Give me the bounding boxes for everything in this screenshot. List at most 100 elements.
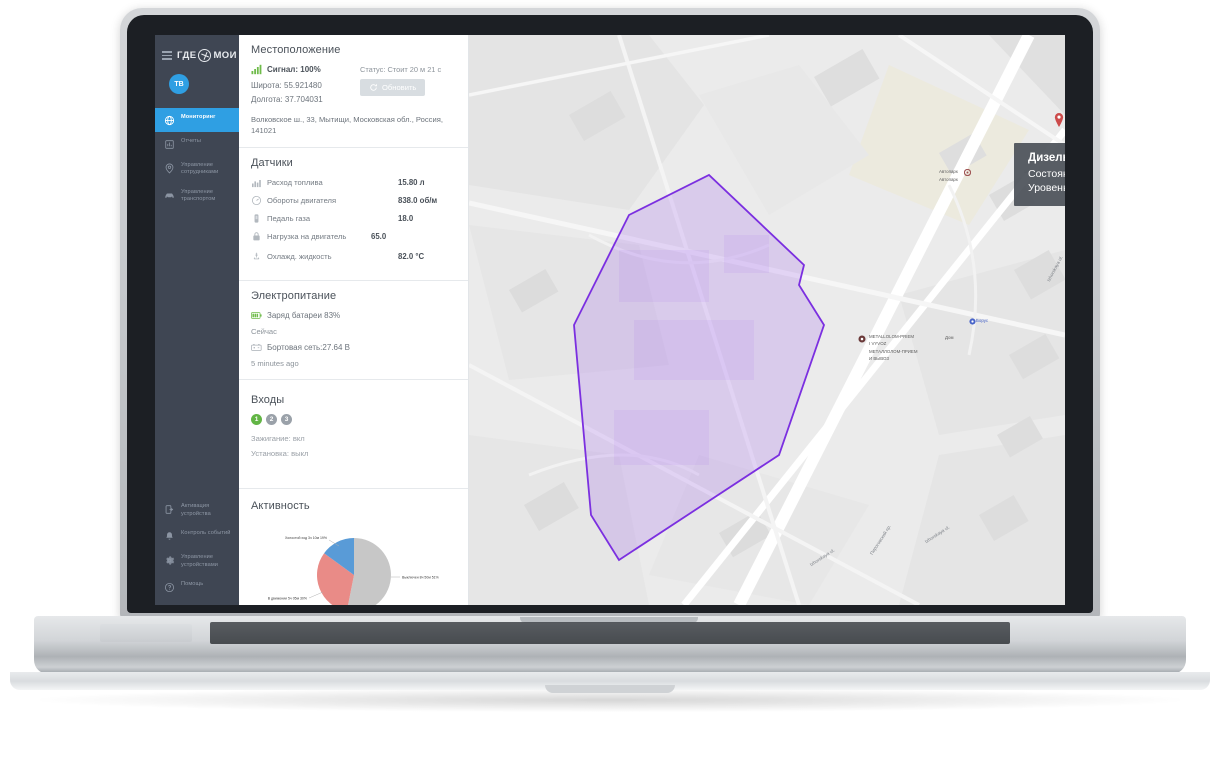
car-icon	[164, 190, 175, 201]
engine-load-icon	[251, 231, 262, 242]
sidebar-item-label: Отчеты	[181, 138, 201, 144]
sidebar-item-transport[interactable]: Управление транспортом	[155, 183, 239, 210]
laptop-keyboard	[210, 622, 1010, 644]
map-label-metallolom-ru-sub: И ВЫВОЗ	[869, 356, 890, 361]
input-dot-2[interactable]: 2	[266, 414, 277, 425]
sidebar-bottom-nav: Активация устройства Контроль событий Уп…	[155, 497, 239, 599]
sidebar-header: ГДЕ МОИ ТВ	[155, 35, 239, 94]
sidebar-item-label: Активация устройства	[181, 503, 211, 517]
signal-row: Сигнал: 100%	[251, 64, 360, 75]
sidebar-item-label: Управление сотрудниками	[181, 162, 219, 176]
laptop-screen: ГДЕ МОИ ТВ Мониторинг Отчеты Управление …	[155, 35, 1065, 605]
sidebar-item-device-activation[interactable]: Активация устройства	[155, 497, 239, 524]
map-label-borus: Борус	[976, 318, 989, 323]
tooltip-state: Состояние: работает	[1028, 168, 1065, 180]
input-dot-3[interactable]: 3	[281, 414, 292, 425]
pin-person-icon	[164, 163, 175, 174]
sidebar-item-device-management[interactable]: Управление устройствами	[155, 548, 239, 575]
section-sensors: Датчики Расход топлива 15.80 л Обороты д…	[239, 148, 468, 281]
status-text: Статус: Стоит 20 м 21 с	[360, 65, 442, 74]
section-title: Активность	[251, 500, 310, 512]
compass-icon	[198, 49, 212, 62]
map-label-metallolom-ru: МЕТАЛЛОЛОМ-ПРИЕМ	[869, 349, 918, 354]
section-inputs: Входы 1 2 3 Зажигание: вкл Установка: вы…	[239, 380, 468, 489]
section-title: Электропитание	[251, 290, 337, 302]
map-label-avtopark-lat: Автопарк	[939, 177, 958, 182]
sensor-value: 65.0	[371, 232, 387, 241]
input-line-ignition: Зажигание: вкл	[251, 434, 305, 443]
map-poi-dot-c[interactable]	[964, 169, 973, 182]
sidebar-item-event-control[interactable]: Контроль событий	[155, 524, 239, 548]
battery-timestamp: Сейчас	[251, 327, 277, 336]
sidebar-item-label: Управление транспортом	[181, 188, 216, 203]
refresh-button[interactable]: Обновить	[360, 79, 426, 96]
sensor-name: Педаль газа	[267, 214, 311, 223]
longitude-value: Долгота: 37.704031	[251, 95, 323, 104]
tooltip-fuel: Уровень топлива: 63,2 л	[1028, 182, 1065, 194]
input-dots: 1 2 3	[251, 414, 456, 425]
sensor-name: Нагрузка на двигатель	[267, 232, 347, 241]
signal-value: Сигнал: 100%	[267, 65, 321, 74]
tachometer-icon	[251, 195, 262, 206]
sidebar-item-reports[interactable]: Отчеты	[155, 132, 239, 156]
section-title: Входы	[251, 394, 285, 406]
asset-tooltip: Дизель-генератор АД-12С Состояние: работ…	[1014, 143, 1065, 206]
map-label-dom: Дом	[945, 335, 954, 340]
report-icon	[164, 139, 175, 150]
section-activity: Активность Холостой ход 3ч 10м 19% Выклю…	[239, 489, 468, 605]
sensor-name: Обороты двигателя	[267, 196, 337, 205]
pedal-icon	[251, 213, 262, 224]
sensor-value: 18.0	[398, 214, 414, 223]
sidebar-item-monitoring[interactable]: Мониторинг	[155, 108, 239, 132]
section-title: Местоположение	[251, 44, 341, 56]
gear-icon	[164, 555, 175, 566]
input-dot-1[interactable]: 1	[251, 414, 262, 425]
pie-label-moving: В движении 5ч 05м 30%	[268, 597, 307, 601]
avatar[interactable]: ТВ	[169, 74, 189, 94]
map-poi-dot-metallolom[interactable]	[858, 335, 867, 348]
sidebar-item-employees[interactable]: Управление сотрудниками	[155, 156, 239, 183]
sidebar-item-label: Контроль событий	[181, 530, 231, 537]
help-icon	[164, 582, 175, 593]
map-label-metallolom-en-sub: I VYVOZ	[869, 341, 887, 346]
sensor-name: Расход топлива	[267, 178, 323, 187]
screenshot-stage: ГДЕ МОИ ТВ Мониторинг Отчеты Управление …	[0, 0, 1220, 760]
coolant-icon	[251, 251, 262, 262]
sidebar-item-label: Помощь	[181, 581, 204, 587]
sensor-row: Нагрузка на двигатель 65.0	[251, 231, 456, 242]
map-label-metallolom-en: METALLOLOM-PRIEM	[869, 334, 915, 339]
signal-bars-icon	[251, 64, 262, 75]
logo[interactable]: ГДЕ МОИ	[177, 49, 237, 62]
map-pin-stroyploshchadka[interactable]	[1054, 113, 1064, 127]
sensor-row: Педаль газа 18.0	[251, 213, 456, 224]
sidebar-item-help[interactable]: Помощь	[155, 575, 239, 599]
sidebar: ГДЕ МОИ ТВ Мониторинг Отчеты Управление …	[155, 35, 239, 605]
refresh-label: Обновить	[382, 83, 417, 92]
sidebar-nav: Мониторинг Отчеты Управление сотрудникам…	[155, 108, 239, 210]
latitude-value: Широта: 55.921480	[251, 81, 322, 90]
battery-row: Заряд батареи 83%	[251, 310, 456, 321]
application-window: ГДЕ МОИ ТВ Мониторинг Отчеты Управление …	[155, 35, 1065, 605]
input-line-installation: Установка: выкл	[251, 449, 309, 458]
bell-icon	[164, 531, 175, 542]
section-power: Электропитание Заряд батареи 83% Сейчас …	[239, 281, 468, 380]
sensor-value: 15.80 л	[398, 178, 425, 187]
fuel-bars-icon	[251, 177, 262, 188]
info-panel: Местоположение Сигнал: 100% Широта: 55.9…	[239, 35, 469, 605]
globe-icon	[164, 115, 175, 126]
sidebar-item-label: Мониторинг	[181, 114, 216, 120]
map-label-avtopark-ru: Автопарк	[939, 169, 958, 174]
laptop-front-notch	[545, 685, 675, 693]
onboard-row: Бортовая сеть:27.64 В	[251, 342, 456, 353]
pie-label-off: Выключен 8ч 50м 51%	[402, 576, 439, 580]
sensor-value: 82.0 °C	[398, 252, 425, 261]
sensor-value: 838.0 об/м	[398, 196, 438, 205]
pie-label-idle: Холостой ход 3ч 10м 19%	[285, 536, 327, 540]
map-canvas[interactable]: Лимона Packaging Supply Store Очки чек O…	[469, 35, 1065, 605]
laptop-trackpad	[100, 624, 192, 642]
device-activate-icon	[164, 504, 175, 515]
brand-row: ГДЕ МОИ	[155, 43, 239, 62]
onboard-timestamp: 5 minutes ago	[251, 359, 299, 368]
battery-icon	[251, 310, 262, 321]
hamburger-icon[interactable]	[162, 51, 172, 60]
